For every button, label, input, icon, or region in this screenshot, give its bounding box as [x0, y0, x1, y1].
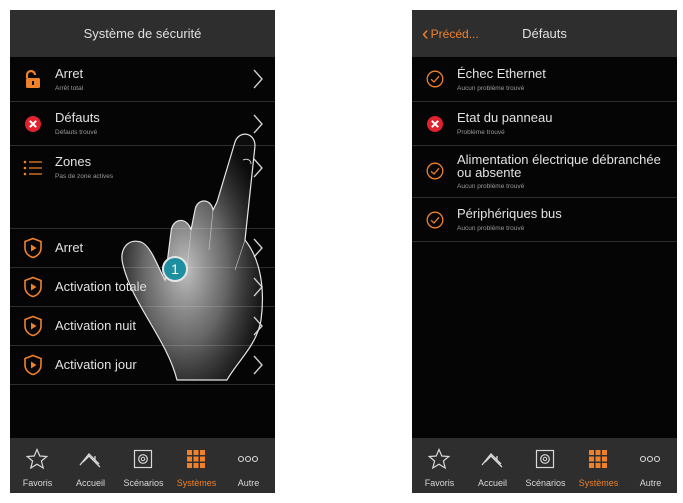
item-subtitle: Aucun problème trouvé — [457, 225, 525, 232]
item-title: Défauts — [55, 110, 100, 125]
back-label: Précéd... — [430, 26, 479, 41]
tab-favoris[interactable]: Favoris — [11, 438, 64, 493]
security-system-screen: Système de sécurité Arret Arrêt total Dé… — [10, 10, 275, 493]
list-item-etat-panneau: Etat du panneau Problème trouvé — [412, 102, 677, 146]
more-dots-icon — [237, 455, 259, 463]
chevron-left-icon: ‹ — [422, 22, 429, 45]
error-x-icon — [22, 113, 44, 135]
shield-play-icon — [22, 315, 44, 337]
pointing-hand-illustration — [121, 133, 264, 381]
item-subtitle: Aucun problème trouvé — [457, 183, 525, 190]
item-title: Arret — [55, 66, 84, 81]
item-title: Zones — [55, 154, 92, 169]
tab-label: Autre — [639, 478, 662, 488]
house-icon — [481, 453, 503, 468]
shield-play-icon — [22, 237, 44, 259]
scenario-icon — [535, 449, 555, 469]
tab-favoris[interactable]: Favoris — [413, 438, 466, 493]
item-title: Arret — [55, 240, 84, 255]
zones-list-icon — [22, 157, 44, 179]
check-circle-icon — [424, 209, 446, 231]
tab-label: Systèmes — [176, 478, 217, 488]
tab-scenarios[interactable]: Scénarios — [519, 438, 572, 493]
bottom-tab-bar: Favoris Accueil Scénarios Systèmes Autre — [412, 438, 677, 493]
tab-label: Scénarios — [525, 478, 566, 488]
tab-label: Autre — [237, 478, 260, 488]
scenario-icon — [133, 449, 153, 469]
error-x-icon — [424, 113, 446, 135]
tab-scenarios[interactable]: Scénarios — [117, 438, 170, 493]
bottom-tab-bar: Favoris Accueil Scénarios Systèmes Autre — [10, 438, 275, 493]
item-subtitle: Défauts trouvé — [55, 129, 98, 136]
header-bar: ‹ Précéd... Défauts — [412, 10, 677, 57]
list-item-peripheriques-bus: Périphériques bus Aucun problème trouvé — [412, 198, 677, 242]
star-icon — [25, 448, 49, 470]
item-subtitle: Problème trouvé — [457, 129, 505, 136]
tab-label: Scénarios — [123, 478, 164, 488]
tab-label: Systèmes — [578, 478, 619, 488]
star-icon — [427, 448, 451, 470]
tab-autre[interactable]: Autre — [624, 438, 677, 493]
defauts-screen: ‹ Précéd... Défauts Échec Ethernet Aucun… — [412, 10, 677, 493]
grid-icon — [589, 450, 607, 468]
item-title: Périphériques bus — [457, 206, 562, 221]
tab-autre[interactable]: Autre — [222, 438, 275, 493]
back-button[interactable]: ‹ Précéd... — [422, 10, 479, 57]
check-circle-icon — [424, 68, 446, 90]
grid-icon — [187, 450, 205, 468]
shield-play-icon — [22, 354, 44, 376]
item-title-continued: ou absente — [457, 165, 522, 180]
open-padlock-icon — [22, 68, 44, 90]
more-dots-icon — [639, 455, 661, 463]
shield-play-icon — [22, 276, 44, 298]
tab-label: Favoris — [22, 478, 53, 488]
tab-label: Accueil — [477, 478, 507, 488]
list-item-echec-ethernet: Échec Ethernet Aucun problème trouvé — [412, 57, 677, 102]
tab-label: Favoris — [424, 478, 455, 488]
page-title: Défauts — [522, 26, 567, 41]
item-title: Échec Ethernet — [457, 66, 546, 81]
item-subtitle: Pas de zone actives — [55, 173, 114, 180]
check-circle-icon — [424, 160, 446, 182]
item-subtitle: Arrêt total — [55, 85, 84, 92]
tab-label: Accueil — [75, 478, 105, 488]
step-callout-badge: 1 — [162, 256, 188, 282]
chevron-right-icon — [253, 69, 263, 89]
list-item-arret-total[interactable]: Arret Arrêt total — [10, 57, 275, 102]
tab-systemes[interactable]: Systèmes — [170, 438, 223, 493]
item-subtitle: Aucun problème trouvé — [457, 85, 525, 92]
tab-accueil[interactable]: Accueil — [64, 438, 117, 493]
tab-accueil[interactable]: Accueil — [466, 438, 519, 493]
tab-systemes[interactable]: Systèmes — [572, 438, 625, 493]
item-title: Etat du panneau — [457, 110, 553, 125]
page-title: Système de sécurité — [83, 26, 202, 41]
list-item-alimentation: Alimentation électrique débranchée ou ab… — [412, 146, 677, 198]
header-bar: Système de sécurité — [10, 10, 275, 57]
house-icon — [79, 453, 101, 468]
